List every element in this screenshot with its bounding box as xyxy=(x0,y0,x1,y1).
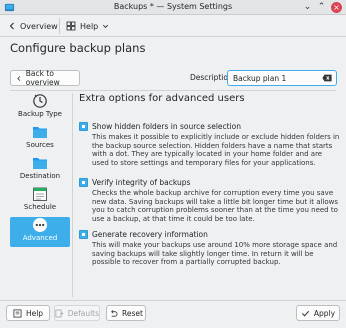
option-label[interactable]: Verify integrity of backups xyxy=(92,178,190,187)
apply-button[interactable]: Apply xyxy=(296,305,340,321)
sidebar-item-label: Sources xyxy=(26,141,54,149)
defaults-button[interactable]: Defaults xyxy=(54,305,100,321)
title-bar: Backups * — System Settings ⌄ ⌃ × xyxy=(0,0,346,15)
sidebar-item-label: Backup Type xyxy=(18,110,62,118)
close-icon[interactable]: × xyxy=(331,2,342,13)
window-title: Backups * — System Settings xyxy=(113,2,233,11)
chevron-left-icon xyxy=(17,75,21,81)
sidebar-item-schedule[interactable]: Schedule xyxy=(10,186,70,216)
show-hidden-folders-checkbox[interactable] xyxy=(79,122,88,131)
verify-integrity-checkbox[interactable] xyxy=(79,178,88,187)
menu-icon xyxy=(66,21,76,31)
calendar-icon xyxy=(33,187,47,201)
sidebar-item-label: Destination xyxy=(19,172,61,180)
apply-button-label: Apply xyxy=(313,308,336,318)
toolbar: Overview Help xyxy=(0,15,346,37)
minimize-icon[interactable]: ⌄ xyxy=(302,2,313,13)
chevron-down-icon xyxy=(103,24,109,28)
folder-icon xyxy=(33,127,47,138)
reset-button[interactable]: Reset xyxy=(106,305,146,321)
help-menu-label: Help xyxy=(80,21,99,31)
help-book-icon xyxy=(13,308,22,318)
option-label[interactable]: Generate recovery information xyxy=(92,230,208,239)
overview-button[interactable]: Overview xyxy=(8,18,58,34)
help-button-label: Help xyxy=(25,308,44,318)
description-value: Backup plan 1 xyxy=(233,73,287,83)
advanced-options-panel: Extra options for advanced users Show hi… xyxy=(79,93,339,266)
option-description: This makes it possible to explicitly inc… xyxy=(92,133,340,167)
sidebar-item-advanced[interactable]: Advanced xyxy=(10,217,70,247)
sidebar-item-label: Advanced xyxy=(22,234,58,242)
checkmark-icon xyxy=(301,310,309,316)
page-title: Configure backup plans xyxy=(10,41,146,55)
option-label[interactable]: Show hidden folders in source selection xyxy=(92,122,241,131)
back-to-overview-label: Back to overview xyxy=(25,69,60,87)
option-description: This will make your backups use around 1… xyxy=(92,241,338,266)
clear-text-icon[interactable] xyxy=(322,74,332,82)
sidebar: Backup Type Sources Destination Schedule… xyxy=(10,93,70,297)
option-description: Checks the whole backup archive for corr… xyxy=(92,189,339,223)
back-to-overview-button[interactable]: Back to overview xyxy=(10,69,80,87)
toolbar-separator xyxy=(59,18,60,34)
description-field[interactable]: Backup plan 1 xyxy=(227,70,337,86)
header-divider xyxy=(10,90,336,91)
clock-icon xyxy=(33,94,47,108)
more-icon xyxy=(33,218,47,232)
undo-icon xyxy=(111,309,118,317)
overview-label: Overview xyxy=(20,21,58,31)
defaults-icon xyxy=(55,309,64,317)
defaults-button-label: Defaults xyxy=(67,308,99,318)
help-button[interactable]: Help xyxy=(6,305,50,321)
sidebar-item-backup-type[interactable]: Backup Type xyxy=(10,93,70,123)
chevron-left-icon xyxy=(9,22,14,30)
sidebar-item-sources[interactable]: Sources xyxy=(10,124,70,154)
recovery-info-checkbox[interactable] xyxy=(79,230,88,239)
sidebar-divider xyxy=(72,93,73,297)
section-heading: Extra options for advanced users xyxy=(79,93,245,104)
footer-divider xyxy=(0,300,346,301)
sidebar-item-destination[interactable]: Destination xyxy=(10,155,70,185)
maximize-icon[interactable]: ⌃ xyxy=(316,2,327,13)
help-menu-button[interactable]: Help xyxy=(66,18,109,34)
sidebar-item-label: Schedule xyxy=(23,203,57,211)
folder-icon xyxy=(33,158,47,169)
reset-button-label: Reset xyxy=(122,308,143,318)
